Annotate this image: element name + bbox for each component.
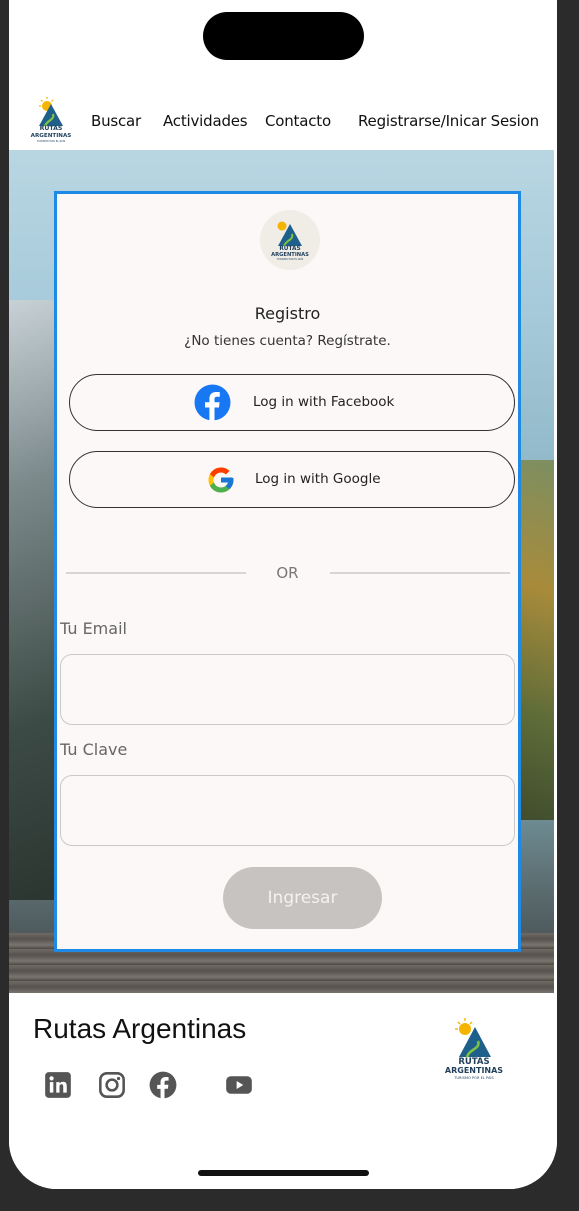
google-login-button[interactable]: Log in with Google xyxy=(69,451,515,508)
google-login-label: Log in with Google xyxy=(255,471,381,487)
dynamic-island xyxy=(203,12,364,60)
register-card: RUTAS ARGENTINAS TURISMO POR EL PAÍS Reg… xyxy=(54,191,521,952)
email-field[interactable] xyxy=(60,654,515,725)
linkedin-icon[interactable] xyxy=(44,1071,72,1099)
svg-text:TURISMO POR EL PAÍS: TURISMO POR EL PAÍS xyxy=(453,1075,494,1080)
navbar: RUTAS ARGENTINAS TURISMO POR EL PAÍS Bus… xyxy=(9,96,557,148)
nav-registrarse[interactable]: Registrarse/Inicar Sesion xyxy=(358,112,539,130)
svg-text:RUTAS: RUTAS xyxy=(40,125,63,132)
facebook-login-label: Log in with Facebook xyxy=(253,394,395,410)
svg-text:TURISMO POR EL PAÍS: TURISMO POR EL PAÍS xyxy=(277,258,304,261)
password-label: Tu Clave xyxy=(60,740,128,759)
email-label: Tu Email xyxy=(60,619,127,638)
divider-right xyxy=(330,572,510,574)
nav-buscar[interactable]: Buscar xyxy=(91,112,141,130)
register-subtitle: ¿No tienes cuenta? Regístrate. xyxy=(184,333,391,349)
youtube-icon[interactable] xyxy=(225,1071,253,1099)
instagram-icon[interactable] xyxy=(98,1071,126,1099)
brand-logo[interactable]: RUTAS ARGENTINAS TURISMO POR EL PAÍS xyxy=(25,96,77,146)
facebook-icon xyxy=(194,384,231,421)
submit-button[interactable]: Ingresar xyxy=(223,867,382,929)
card-logo: RUTAS ARGENTINAS TURISMO POR EL PAÍS xyxy=(260,210,320,270)
footer-logo[interactable]: RUTAS ARGENTINAS TURISMO POR EL PAÍS xyxy=(437,1017,511,1083)
footer-title: Rutas Argentinas xyxy=(33,1013,247,1044)
nav-actividades[interactable]: Actividades xyxy=(163,112,248,130)
password-field[interactable] xyxy=(60,775,515,846)
facebook-login-button[interactable]: Log in with Facebook xyxy=(69,374,515,431)
footer: Rutas Argentinas RUTAS ARGENTINAS TURISM… xyxy=(9,993,557,1189)
google-icon xyxy=(208,467,234,493)
register-title: Registro xyxy=(254,304,321,323)
nav-contacto[interactable]: Contacto xyxy=(265,112,331,130)
facebook-icon[interactable] xyxy=(149,1071,177,1099)
svg-text:ARGENTINAS: ARGENTINAS xyxy=(445,1066,503,1075)
phone-frame: RUTAS ARGENTINAS TURISMO POR EL PAÍS Bus… xyxy=(9,0,557,1189)
svg-text:ARGENTINAS: ARGENTINAS xyxy=(31,133,72,139)
home-indicator[interactable] xyxy=(198,1170,369,1176)
